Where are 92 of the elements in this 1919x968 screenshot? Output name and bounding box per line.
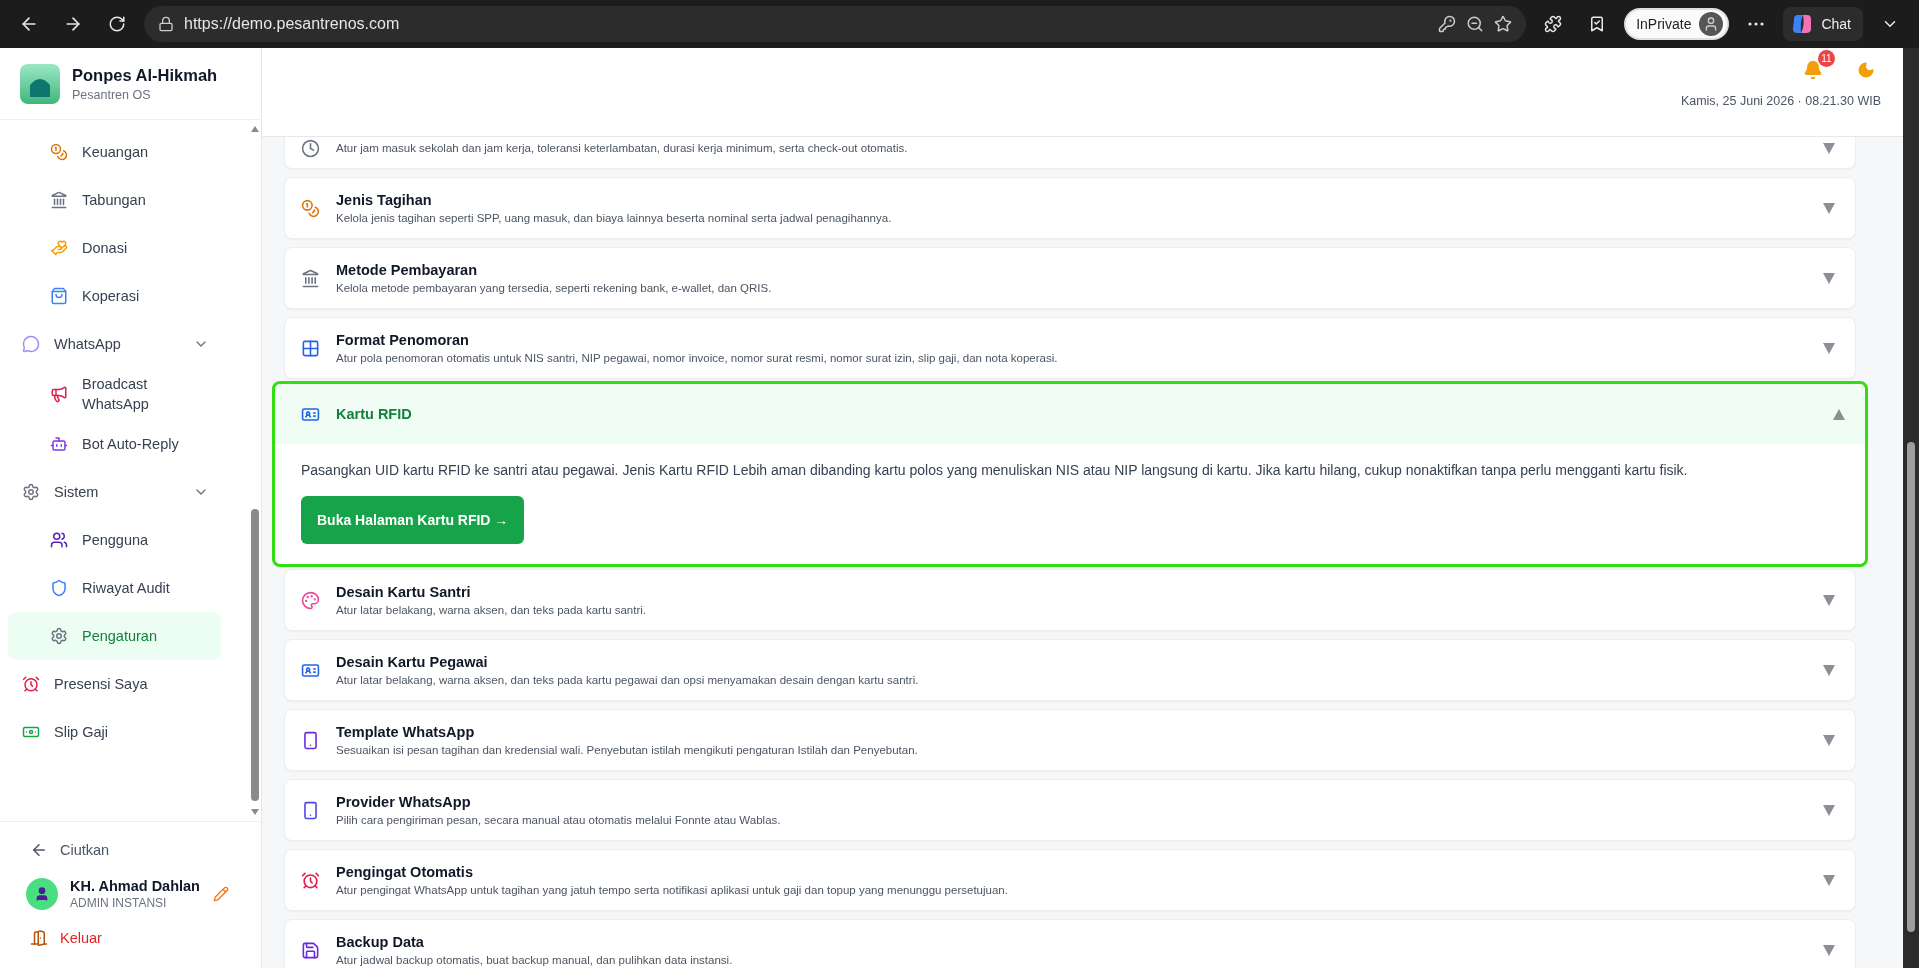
address-bar[interactable]: https://demo.pesantrenos.com — [144, 6, 1527, 42]
card-title: Jenis Tagihan — [336, 192, 433, 208]
avatar-icon — [1699, 12, 1724, 36]
robot-icon — [50, 435, 68, 453]
chat-button[interactable]: Chat — [1783, 7, 1863, 41]
caret-icon[interactable] — [1833, 408, 1845, 420]
nav-item[interactable]: Keuangan — [8, 128, 221, 176]
scroll-down-icon[interactable] — [251, 809, 259, 815]
bank-icon — [50, 191, 68, 209]
palette-icon — [301, 590, 320, 610]
card-title: Desain Kartu Santri — [336, 584, 472, 600]
alarm-clock-icon — [22, 675, 40, 693]
refresh-icon — [108, 15, 126, 33]
shopping-bag-icon — [50, 287, 68, 305]
coins-icon — [301, 198, 320, 218]
caret-icon[interactable] — [1823, 804, 1835, 816]
caret-icon[interactable] — [1823, 594, 1835, 606]
caret-icon[interactable] — [1823, 272, 1835, 284]
collapse-button[interactable]: Ciutkan — [20, 832, 120, 868]
key-icon[interactable] — [1438, 15, 1457, 33]
card-title: Provider WhatsApp — [336, 794, 472, 810]
nav-item[interactable]: Tabungan — [8, 176, 221, 224]
users-icon — [50, 531, 68, 549]
card-description: Pilih cara pengiriman pesan, secara manual atau otomatis melalui Fonnte atau Wablas. — [336, 814, 782, 826]
card-description: Atur latar belakang, warna aksen, dan teks pada kartu pegawai dan opsi menyamakan desain dengan kartu santri. — [336, 674, 920, 686]
brand-name: Ponpes Al-Hikmah — [72, 65, 218, 85]
clock-icon — [301, 138, 320, 158]
chat-bubble-icon — [22, 335, 40, 353]
nav-item[interactable]: Sistem — [8, 468, 221, 516]
caret-icon[interactable] — [1823, 874, 1835, 886]
card-description: Atur pengingat WhatsApp untuk tagihan yang jatuh tempo serta notifikasi aplikasi untuk gaji dan topup yang menunggu persetujuan. — [336, 884, 1009, 896]
megaphone-icon — [50, 385, 68, 403]
phone-icon — [301, 800, 320, 820]
caret-icon[interactable] — [1823, 664, 1835, 676]
nav-item[interactable]: Pengguna — [8, 516, 221, 564]
card-description: Sesuaikan isi pesan tagihan dan kredensial wali. Penyebutan istilah mengikuti pengaturan Istilah dan Penyebutan. — [336, 744, 919, 756]
brand-subtitle: Pesantren OS — [72, 87, 152, 102]
hands-icon — [50, 239, 68, 257]
mosque-logo-icon — [20, 63, 60, 104]
user-avatar-icon — [26, 878, 58, 910]
user-role: ADMIN INSTANSI — [70, 896, 168, 910]
caret-icon[interactable] — [1823, 944, 1835, 956]
zoom-out-icon[interactable] — [1466, 15, 1485, 33]
gear-icon — [22, 483, 40, 501]
card-description: Kelola metode pembayaran yang tersedia, seperti rekening bank, e-wallet, dan QRIS. — [336, 282, 773, 294]
nav-item[interactable]: Slip Gaji — [8, 708, 221, 756]
number-grid-icon — [301, 338, 320, 358]
caret-icon[interactable] — [1823, 202, 1835, 214]
more-icon — [1748, 22, 1765, 26]
bank-icon — [301, 268, 320, 288]
nav-item[interactable]: WhatsApp — [8, 320, 221, 368]
nav-item[interactable]: Pengaturan — [8, 612, 221, 660]
logout-button[interactable]: Keluar — [20, 920, 112, 956]
nav-item[interactable]: Presensi Saya — [8, 660, 221, 708]
card-title: Format Penomoran — [336, 332, 470, 348]
puzzle-icon — [1544, 15, 1563, 33]
star-icon[interactable] — [1494, 15, 1513, 33]
nav-item[interactable]: Donasi — [8, 224, 221, 272]
date-time: Kamis, 25 Juni 2026 · 08.21.30 WIB — [1680, 94, 1881, 108]
profile-button[interactable]: InPrivate — [1624, 8, 1730, 40]
page-scrollbar[interactable] — [1903, 48, 1919, 968]
user-name: KH. Ahmad Dahlan — [70, 878, 201, 894]
alarm-clock-icon — [301, 870, 320, 890]
door-icon — [30, 929, 48, 947]
shield-icon — [50, 579, 68, 597]
caret-icon[interactable] — [1823, 342, 1835, 354]
card-description: Atur jam masuk sekolah dan jam kerja, toleransi keterlambatan, durasi kerja minimum, serta check-out otomatis. — [336, 142, 909, 154]
phone-icon — [301, 730, 320, 750]
caret-icon[interactable] — [1823, 734, 1835, 746]
nav-item[interactable]: Broadcast WhatsApp — [8, 368, 221, 420]
notification-badge: 11 — [1818, 50, 1835, 67]
gear-icon — [50, 627, 68, 645]
lock-icon[interactable] — [158, 16, 174, 32]
card-description: Kelola jenis tagihan seperti SPP, uang masuk, dan biaya lainnya beserta nominal serta jadwal penagihannya. — [336, 212, 893, 224]
edit-button[interactable] — [213, 886, 229, 902]
caret-icon[interactable] — [1823, 142, 1835, 154]
card-title: Template WhatsApp — [336, 724, 476, 740]
nav-item[interactable]: Riwayat Audit — [8, 564, 221, 612]
card-title: Pengingat Otomatis — [336, 864, 474, 880]
card-description: Atur latar belakang, warna aksen, dan teks pada kartu santri. — [336, 604, 648, 616]
coins-icon — [50, 143, 68, 161]
nav-item[interactable]: Bot Auto-Reply — [8, 420, 221, 468]
card-title: Kartu RFID — [336, 406, 413, 422]
card-body-text: Pasangkan UID kartu RFID ke santri atau pegawai. Jenis Kartu RFID Lebih aman dibanding kartu polos yang menuliskan NIS atau NIP langsung di kartu. Jika kartu hilang, cukup nonaktifkan tanpa perlu mengganti kartu fisik. — [301, 461, 1688, 480]
card-title: Metode Pembayaran — [336, 262, 479, 278]
card-title: Desain Kartu Pegawai — [336, 654, 489, 670]
pencil-icon — [213, 886, 229, 902]
scroll-up-icon[interactable] — [251, 126, 259, 132]
card-description: Atur pola penomoran otomatis untuk NIS santri, NIP pegawai, nomor invoice, nomor surat resmi, nomor surat izin, slip gaji, dan nota koperasi. — [336, 352, 1059, 364]
nav-item[interactable]: Koperasi — [8, 272, 221, 320]
card-title: Backup Data — [336, 934, 425, 950]
card-description: Atur jadwal backup otomatis, buat backup manual, dan pulihkan data instansi. — [336, 954, 734, 966]
